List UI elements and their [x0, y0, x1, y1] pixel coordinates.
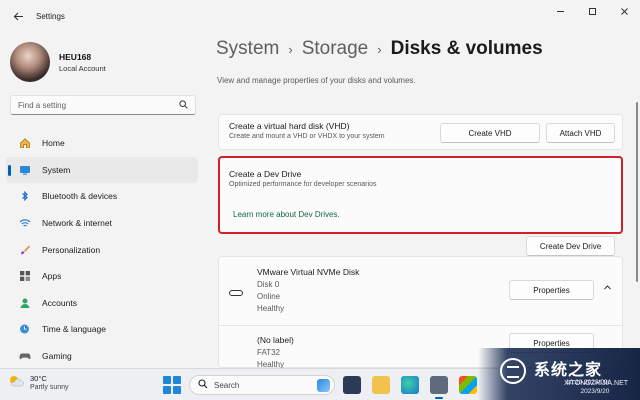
sidebar-item-system[interactable]: System	[6, 156, 198, 184]
profile-account-type: Local Account	[59, 63, 106, 73]
create-vhd-button[interactable]: Create VHD	[440, 123, 540, 143]
sidebar-item-label: Personalization	[42, 244, 101, 255]
sidebar-item-label: Accounts	[42, 297, 77, 308]
taskbar-search-text: Search	[214, 380, 240, 390]
volume-label: (No label)	[257, 335, 294, 345]
back-arrow-icon[interactable]	[4, 2, 32, 30]
gaming-icon	[18, 349, 32, 363]
home-icon	[18, 136, 32, 150]
clock[interactable]: 10:20 2023/09/ 2023/9/20	[566, 378, 609, 396]
clock-time: 10:20 2023/09/	[566, 379, 610, 386]
search-icon	[198, 378, 208, 392]
dev-drive-subtitle: Optimized performance for developer scen…	[229, 181, 377, 188]
profile-text: HEU168 Local Account	[59, 52, 106, 73]
sidebar-item-label: Gaming	[42, 351, 72, 362]
disk-properties-button[interactable]: Properties	[509, 280, 594, 300]
sidebar-item-network[interactable]: Network & internet	[6, 210, 198, 237]
sidebar-item-bluetooth[interactable]: Bluetooth & devices	[6, 183, 198, 210]
start-button[interactable]	[163, 376, 181, 394]
globe-clock-icon	[18, 322, 32, 336]
edge-icon[interactable]	[401, 376, 419, 394]
profile[interactable]: HEU168 Local Account	[0, 32, 206, 88]
bluetooth-icon	[18, 189, 32, 203]
settings-app-icon[interactable]	[430, 376, 448, 399]
app-title: Settings	[36, 11, 65, 21]
apps-icon	[18, 269, 32, 283]
volume-filesystem: FAT32	[257, 348, 280, 357]
create-dev-drive-button[interactable]: Create Dev Drive	[526, 236, 615, 256]
news-app-icon[interactable]	[343, 376, 361, 394]
disk-row[interactable]: VMware Virtual NVMe Disk Disk 0 Online H…	[219, 265, 622, 325]
profile-name: HEU168	[59, 51, 92, 62]
volume-info: (No label) FAT32 Healthy	[257, 335, 294, 369]
sidebar-item-personalization[interactable]: Personalization	[6, 236, 198, 263]
partly-sunny-icon	[8, 374, 24, 391]
sidebar-item-label: Bluetooth & devices	[42, 191, 118, 202]
clock-date: 2023/9/20	[580, 388, 610, 395]
breadcrumb: System › Storage › Disks & volumes	[216, 38, 543, 60]
close-icon[interactable]	[608, 0, 640, 22]
disk-status: Online	[257, 292, 281, 301]
breadcrumb-system[interactable]: System	[216, 38, 279, 60]
dev-drive-text: Create a Dev Drive Optimized performance…	[229, 169, 376, 188]
store-icon[interactable]	[459, 376, 477, 394]
maximize-icon[interactable]	[576, 0, 608, 22]
title-bar: Settings	[0, 0, 640, 32]
weather-widget[interactable]: 30°C Partly sunny	[8, 374, 69, 391]
bing-icon[interactable]	[317, 378, 330, 392]
chevron-right-icon: ›	[377, 42, 382, 57]
scrollbar[interactable]	[636, 102, 638, 282]
search-placeholder: Find a setting	[18, 100, 67, 110]
page-description: View and manage properties of your disks…	[217, 76, 416, 85]
weather-desc: Partly sunny	[30, 384, 69, 391]
main-content: System › Storage › Disks & volumes View …	[206, 32, 640, 369]
minimize-icon[interactable]	[544, 0, 576, 22]
avatar	[10, 42, 50, 82]
disk-health: Healthy	[257, 304, 285, 313]
sidebar-item-time-language[interactable]: Time & language	[6, 316, 198, 343]
sidebar-item-label: Network & internet	[42, 218, 112, 229]
file-explorer-icon[interactable]	[372, 376, 390, 394]
watermark-logo: 系统之家 XITONGZHIJIA.NET	[478, 348, 640, 400]
chevron-right-icon: ›	[288, 42, 293, 57]
sidebar-item-label: Home	[42, 138, 65, 149]
wifi-icon	[18, 216, 32, 230]
watermark-icon	[500, 358, 526, 384]
weather-temp: 30°C	[30, 374, 47, 383]
sidebar-nav: Home System Bluetooth & devices Network …	[6, 130, 198, 369]
sidebar: HEU168 Local Account Find a setting Home…	[0, 32, 206, 368]
sidebar-item-accounts[interactable]: Accounts	[6, 290, 198, 317]
vhd-subtitle: Create and mount a VHD or VHDX to your s…	[229, 133, 385, 140]
disk-info: VMware Virtual NVMe Disk Disk 0 Online H…	[257, 267, 359, 313]
sidebar-item-apps[interactable]: Apps	[6, 263, 198, 290]
page-title: Disks & volumes	[390, 38, 543, 59]
search-icon[interactable]	[179, 99, 188, 111]
breadcrumb-storage[interactable]: Storage	[302, 38, 369, 60]
disk-name: VMware Virtual NVMe Disk	[257, 267, 360, 277]
disk-drive-icon	[229, 290, 243, 296]
disk-number: Disk 0	[257, 280, 280, 289]
sidebar-item-home[interactable]: Home	[6, 130, 198, 157]
system-icon	[18, 163, 32, 177]
chevron-up-icon[interactable]	[603, 283, 612, 294]
divider	[219, 325, 622, 326]
search-input[interactable]: Find a setting	[10, 95, 196, 115]
watermark-brand: 系统之家	[534, 362, 603, 379]
taskbar-search[interactable]: Search	[189, 375, 335, 395]
vhd-card: Create a virtual hard disk (VHD) Create …	[218, 114, 623, 150]
weather-text: 30°C Partly sunny	[30, 374, 69, 391]
window-controls	[544, 0, 640, 22]
dev-drive-card: Create a Dev Drive Optimized performance…	[218, 156, 623, 256]
sidebar-item-label: Apps	[42, 271, 62, 282]
vhd-title: Create a virtual hard disk (VHD)	[229, 121, 350, 131]
attach-vhd-button[interactable]: Attach VHD	[546, 123, 615, 143]
vhd-text: Create a virtual hard disk (VHD) Create …	[229, 121, 385, 140]
sidebar-item-label: System	[42, 164, 71, 175]
dev-drive-title: Create a Dev Drive	[229, 169, 302, 179]
accounts-icon	[18, 296, 32, 310]
sidebar-item-label: Time & language	[42, 324, 106, 335]
sidebar-item-gaming[interactable]: Gaming	[6, 343, 198, 370]
learn-more-link[interactable]: Learn more about Dev Drives.	[233, 210, 340, 219]
brush-icon	[18, 243, 32, 257]
